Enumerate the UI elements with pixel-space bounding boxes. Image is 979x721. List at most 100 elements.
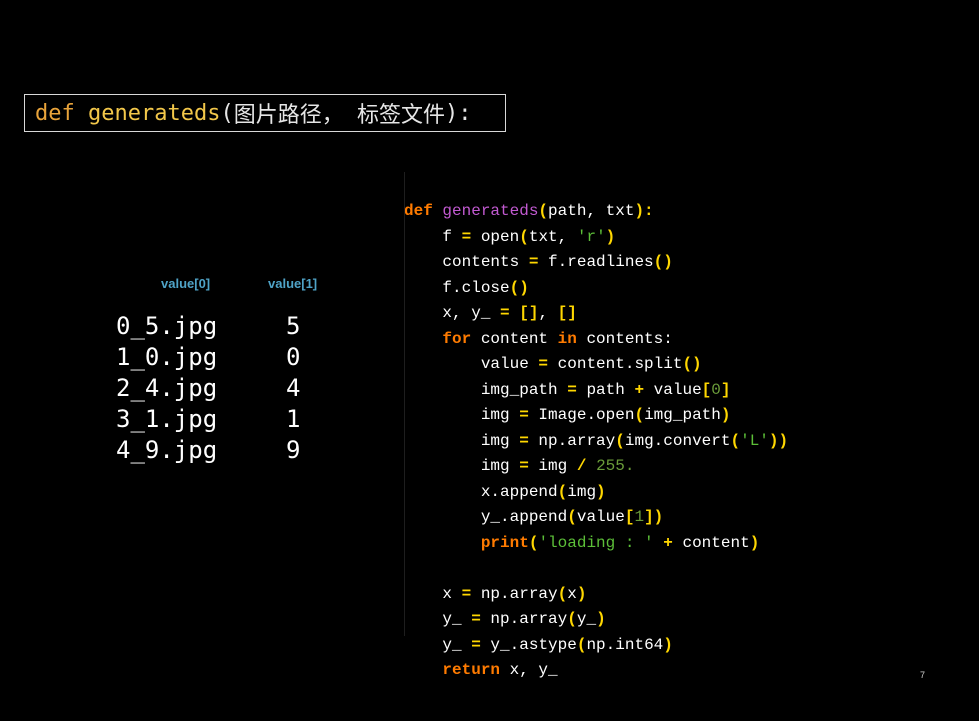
code-token: ) bbox=[576, 584, 587, 603]
file-name: 2_4.jpg bbox=[116, 374, 218, 402]
code-token: open bbox=[471, 227, 520, 246]
code-line: contents = f.readlines() bbox=[404, 250, 874, 276]
code-token: = bbox=[471, 635, 481, 654]
code-token: ( bbox=[557, 584, 568, 603]
code-token: 255. bbox=[596, 457, 635, 475]
code-token: y_ bbox=[404, 610, 472, 628]
file-name: 0_5.jpg bbox=[116, 312, 218, 340]
code-token: )) bbox=[768, 431, 789, 450]
code-token: contents: bbox=[576, 329, 673, 348]
code-token: np.int64 bbox=[586, 635, 664, 654]
code-token: txt, bbox=[528, 227, 577, 246]
code-token: = bbox=[461, 584, 472, 603]
code-token: y_ bbox=[576, 610, 597, 628]
code-token: np.array bbox=[480, 610, 568, 628]
code-token: content.split bbox=[548, 355, 683, 373]
code-line: x, y_ = [], [] bbox=[404, 301, 874, 327]
code-token: 0 bbox=[711, 380, 721, 399]
title-close: ): bbox=[444, 100, 472, 126]
code-line: def generateds(path, txt): bbox=[404, 199, 874, 225]
code-token: = bbox=[500, 304, 510, 322]
code-token: , bbox=[538, 304, 558, 322]
code-token: 'r' bbox=[576, 227, 606, 246]
code-token: / bbox=[576, 457, 587, 475]
code-line: f = open(txt, 'r') bbox=[404, 225, 874, 251]
code-token: = bbox=[461, 227, 472, 246]
code-token: [] bbox=[557, 304, 577, 322]
code-token: ( bbox=[557, 482, 568, 501]
code-token: ( bbox=[567, 610, 577, 628]
code-token: 1 bbox=[634, 508, 645, 526]
code-token: ) bbox=[596, 610, 606, 628]
code-token: + bbox=[663, 533, 673, 552]
code-token: ) bbox=[596, 482, 606, 501]
table-row: 0_5.jpg 5 bbox=[116, 311, 300, 342]
code-token: contents bbox=[404, 253, 529, 271]
code-token: def bbox=[404, 202, 443, 220]
code-token: for bbox=[442, 329, 472, 348]
table-row: 2_4.jpg 4 bbox=[116, 373, 300, 404]
page-number: 7 bbox=[920, 670, 926, 680]
code-token: ) bbox=[663, 635, 673, 654]
code-line: img = np.array(img.convert('L')) bbox=[404, 429, 874, 455]
file-label: 1 bbox=[286, 405, 301, 433]
code-token: = bbox=[528, 253, 539, 271]
code-token: ( bbox=[615, 431, 625, 450]
indent-guide bbox=[404, 172, 405, 636]
code-token: x, y_ bbox=[404, 304, 501, 322]
code-token: = bbox=[519, 457, 529, 475]
code-token: ( bbox=[528, 533, 539, 552]
code-token: img.convert bbox=[624, 431, 731, 450]
code-line: f.close() bbox=[404, 276, 874, 302]
file-name: 1_0.jpg bbox=[116, 343, 218, 371]
column-header-value0: value[0] bbox=[161, 276, 211, 291]
code-line: print('loading : ' + content) bbox=[404, 531, 874, 557]
code-token: return bbox=[442, 661, 501, 679]
code-token: img bbox=[528, 457, 577, 475]
code-token: path bbox=[576, 380, 635, 399]
table-row: 1_0.jpg 0 bbox=[116, 342, 300, 373]
code-token: f.close bbox=[404, 278, 510, 297]
code-token: value bbox=[404, 355, 539, 373]
code-token: f.readlines bbox=[538, 253, 654, 271]
code-token: img_path bbox=[644, 406, 721, 424]
file-name: 4_9.jpg bbox=[116, 436, 218, 464]
column-header-value1: value[1] bbox=[268, 276, 318, 291]
code-token: ( bbox=[634, 406, 645, 424]
code-token: in bbox=[557, 329, 577, 348]
code-token: () bbox=[682, 355, 702, 373]
title-keyword: def bbox=[35, 100, 75, 126]
code-token: 'L' bbox=[740, 431, 769, 450]
code-token: ) bbox=[605, 227, 616, 246]
code-token: img bbox=[404, 457, 520, 475]
code-token: () bbox=[653, 253, 673, 271]
file-label: 9 bbox=[286, 436, 301, 464]
code-token: y_.append bbox=[404, 508, 568, 526]
code-line: img = img / 255. bbox=[404, 454, 874, 480]
title-open-paren: ( bbox=[220, 100, 234, 126]
code-token: ( bbox=[576, 635, 587, 654]
code-token: print bbox=[480, 533, 529, 552]
code-line: x.append(img) bbox=[404, 480, 874, 506]
code-token: x bbox=[404, 584, 462, 603]
code-token: ) bbox=[720, 406, 731, 424]
code-token: x.append bbox=[404, 482, 558, 501]
code-token: ( bbox=[519, 227, 529, 246]
code-block: def generateds(path, txt): f = open(txt,… bbox=[404, 148, 874, 679]
code-token: ] bbox=[720, 380, 731, 399]
code-token: f bbox=[404, 227, 462, 246]
code-token: + bbox=[634, 380, 645, 399]
code-line: img_path = path + value[0] bbox=[404, 378, 874, 404]
code-line: img = Image.open(img_path) bbox=[404, 403, 874, 429]
code-token: Image.open bbox=[528, 406, 635, 424]
code-token: ) bbox=[749, 533, 760, 552]
code-line: value = content.split() bbox=[404, 352, 874, 378]
code-token: = bbox=[567, 380, 577, 399]
file-label: 5 bbox=[286, 312, 301, 340]
